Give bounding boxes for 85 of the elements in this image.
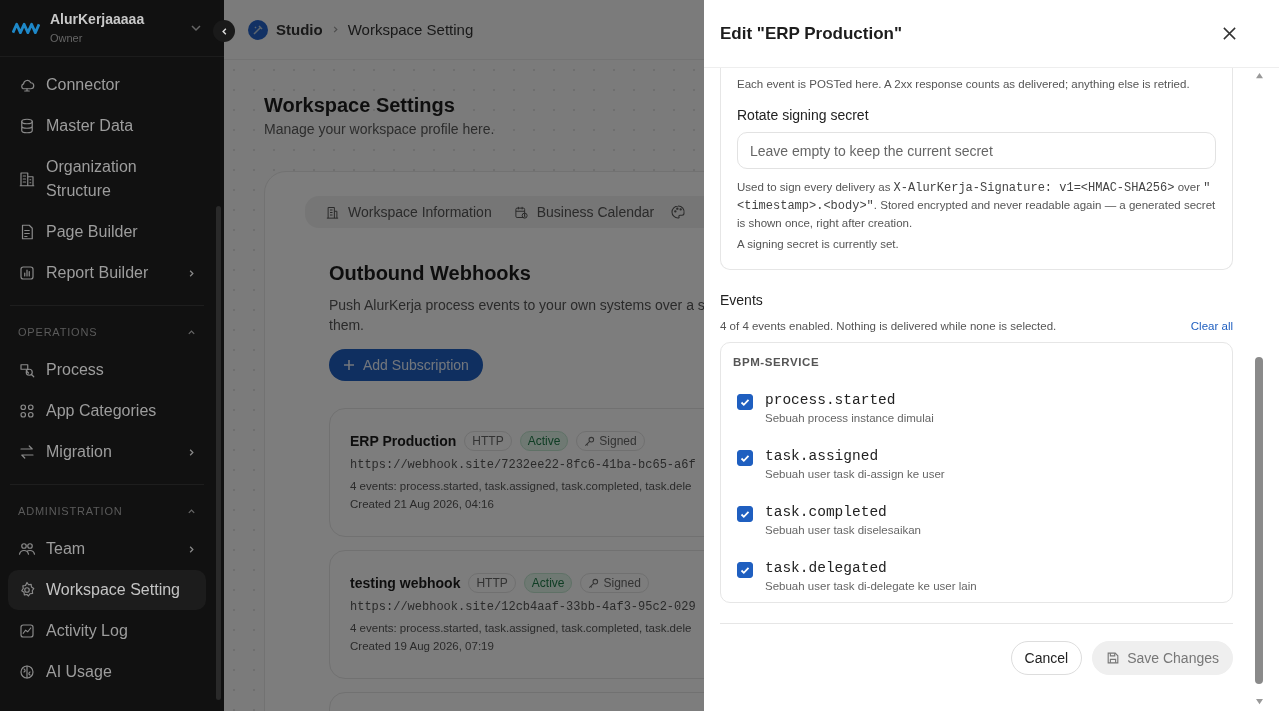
event-name: task.delegated — [765, 560, 888, 576]
sidebar-item[interactable]: Connector — [8, 65, 206, 105]
breadcrumb-item: Workspace Setting — [347, 21, 474, 38]
sidebar-item[interactable]: Team — [8, 529, 206, 569]
subscription-card[interactable]: testing webhook HTTP Active Signed https://webhook.site/12cb4aaf-33bb-4af3-95c2-029 4 events: process.started, task.assigned, task.completed, task.dele Created 19 Aug 2026, 07:19 — [329, 550, 704, 679]
sidebar-item[interactable]: Migration — [8, 432, 206, 472]
drawer-title: Edit "ERP Production" — [720, 23, 903, 44]
secret-status-text: A signing secret is currently set. — [737, 237, 900, 252]
field-label: Rotate signing secret — [737, 107, 870, 123]
events-summary: 4 of 4 events enabled. Nothing is delivered while none is selected. — [720, 320, 1057, 332]
scrollbar[interactable] — [216, 206, 221, 700]
checkbox[interactable] — [737, 562, 753, 578]
chevron-up-icon[interactable] — [187, 327, 196, 337]
cancel-button[interactable]: Cancel — [1010, 641, 1083, 675]
settings-icon — [18, 581, 36, 599]
scroll-up-icon[interactable] — [1254, 72, 1264, 79]
palette-icon[interactable] — [670, 204, 687, 220]
studio-logo-icon — [248, 19, 268, 40]
backdrop[interactable] — [224, 0, 704, 711]
sidebar-item[interactable]: Organization Structure — [8, 147, 206, 211]
webhook-url: https://webhook.site/7232ee22-8fc6-41ba-bc65-a6f — [350, 458, 696, 472]
subscription-name: ERP Production — [350, 433, 457, 449]
event-group-title: BPM-SERVICE — [733, 356, 821, 368]
sidebar-item[interactable]: AI Usage — [8, 652, 206, 692]
sidebar-item[interactable]: Report Builder — [8, 253, 206, 293]
chevron-up-icon[interactable] — [187, 506, 196, 516]
event-description: Sebuah user task di-assign ke user — [765, 468, 945, 480]
building-icon — [325, 204, 340, 220]
checkbox[interactable] — [737, 394, 753, 410]
subscription-card[interactable]: ERP Production HTTP Active Signed https://webhook.site/7232ee22-8fc6-41ba-bc65-a6f 4 events: process.started, task.assigned, task.completed, task.dele Created 21 Aug 2026, 04:16 — [329, 408, 704, 537]
endpoint-help-text: Each event is POSTed here. A 2xx response counts as delivered; anything else is retried. — [737, 77, 1191, 92]
events-heading: Events — [720, 292, 764, 308]
workspace-name: AlurKerjaaaaa — [50, 11, 146, 27]
activity-icon — [18, 622, 36, 640]
event-description: Sebuah user task di-delegate ke user lain — [765, 580, 977, 592]
webhook-url: https://webhook.site/12cb4aaf-33bb-4af3-95c2-029 — [350, 600, 696, 614]
grid-icon — [18, 402, 36, 420]
sidebar-item[interactable]: Activity Log — [8, 611, 206, 651]
event-list: 4 events: process.started, task.assigned, task.completed, task.dele — [350, 622, 704, 634]
checkbox[interactable] — [737, 506, 753, 522]
key-icon — [584, 435, 596, 447]
people-icon — [18, 540, 36, 558]
page-title: Workspace Settings — [264, 94, 456, 117]
secret-input-field[interactable]: Leave empty to keep the current secret — [737, 132, 1216, 169]
logo-icon — [12, 20, 40, 35]
created-date: Created 21 Aug 2026, 04:16 — [350, 498, 495, 510]
bar-chart-icon — [18, 264, 36, 282]
sidebar-item[interactable]: Workspace Setting — [8, 570, 206, 610]
brain-icon — [18, 663, 36, 681]
secret-help-text: Used to sign every delivery as X-AlurKerja-Signature: v1=<HMAC-SHA256> over "<timestamp>.<body>". Stored encrypted and never readable again — a generated secret is shown once, right after creation. — [737, 180, 1216, 231]
event-name: task.completed — [765, 504, 888, 520]
checkbox[interactable] — [737, 450, 753, 466]
chevron-left-icon — [219, 26, 229, 36]
event-description: Sebuah process instance dimulai — [765, 412, 934, 424]
scrollbar[interactable] — [1253, 72, 1265, 705]
building-icon — [18, 170, 36, 188]
close-icon[interactable] — [1222, 26, 1237, 41]
clear-all-link[interactable]: Clear all — [1190, 320, 1233, 332]
workspace-role: Owner — [50, 32, 84, 44]
section-heading: OPERATIONS — [18, 326, 98, 338]
calendar-icon — [513, 204, 529, 220]
status-badge: Active — [523, 573, 573, 593]
section-description: Push AlurKerja process events to your own systems over a s them. — [329, 296, 704, 335]
section-title: Outbound Webhooks — [329, 262, 532, 285]
page-subtitle: Manage your workspace profile here. — [264, 121, 496, 137]
sidebar-item[interactable]: App Categories — [8, 391, 206, 431]
event-description: Sebuah user task diselesaikan — [765, 524, 921, 536]
breadcrumb-item[interactable]: Studio — [276, 21, 323, 38]
save-icon — [1106, 651, 1121, 665]
plus-icon — [343, 359, 355, 371]
sidebar-item[interactable]: Process — [8, 350, 206, 390]
sidebar-item[interactable]: Master Data — [8, 106, 206, 146]
scroll-down-icon[interactable] — [1254, 698, 1264, 705]
event-name: task.assigned — [765, 448, 880, 464]
process-icon — [18, 361, 36, 379]
swap-icon — [18, 443, 36, 461]
status-badge: Active — [519, 431, 569, 451]
key-icon — [588, 577, 600, 589]
database-icon — [18, 117, 36, 135]
section-heading: ADMINISTRATION — [18, 505, 123, 517]
subscription-name: testing webhook — [350, 575, 461, 591]
created-date: Created 19 Aug 2026, 07:19 — [350, 640, 495, 652]
sidebar-item[interactable]: Page Builder — [8, 212, 206, 252]
event-name: process.started — [765, 392, 897, 408]
event-list: 4 events: process.started, task.assigned, task.completed, task.dele — [350, 480, 704, 492]
